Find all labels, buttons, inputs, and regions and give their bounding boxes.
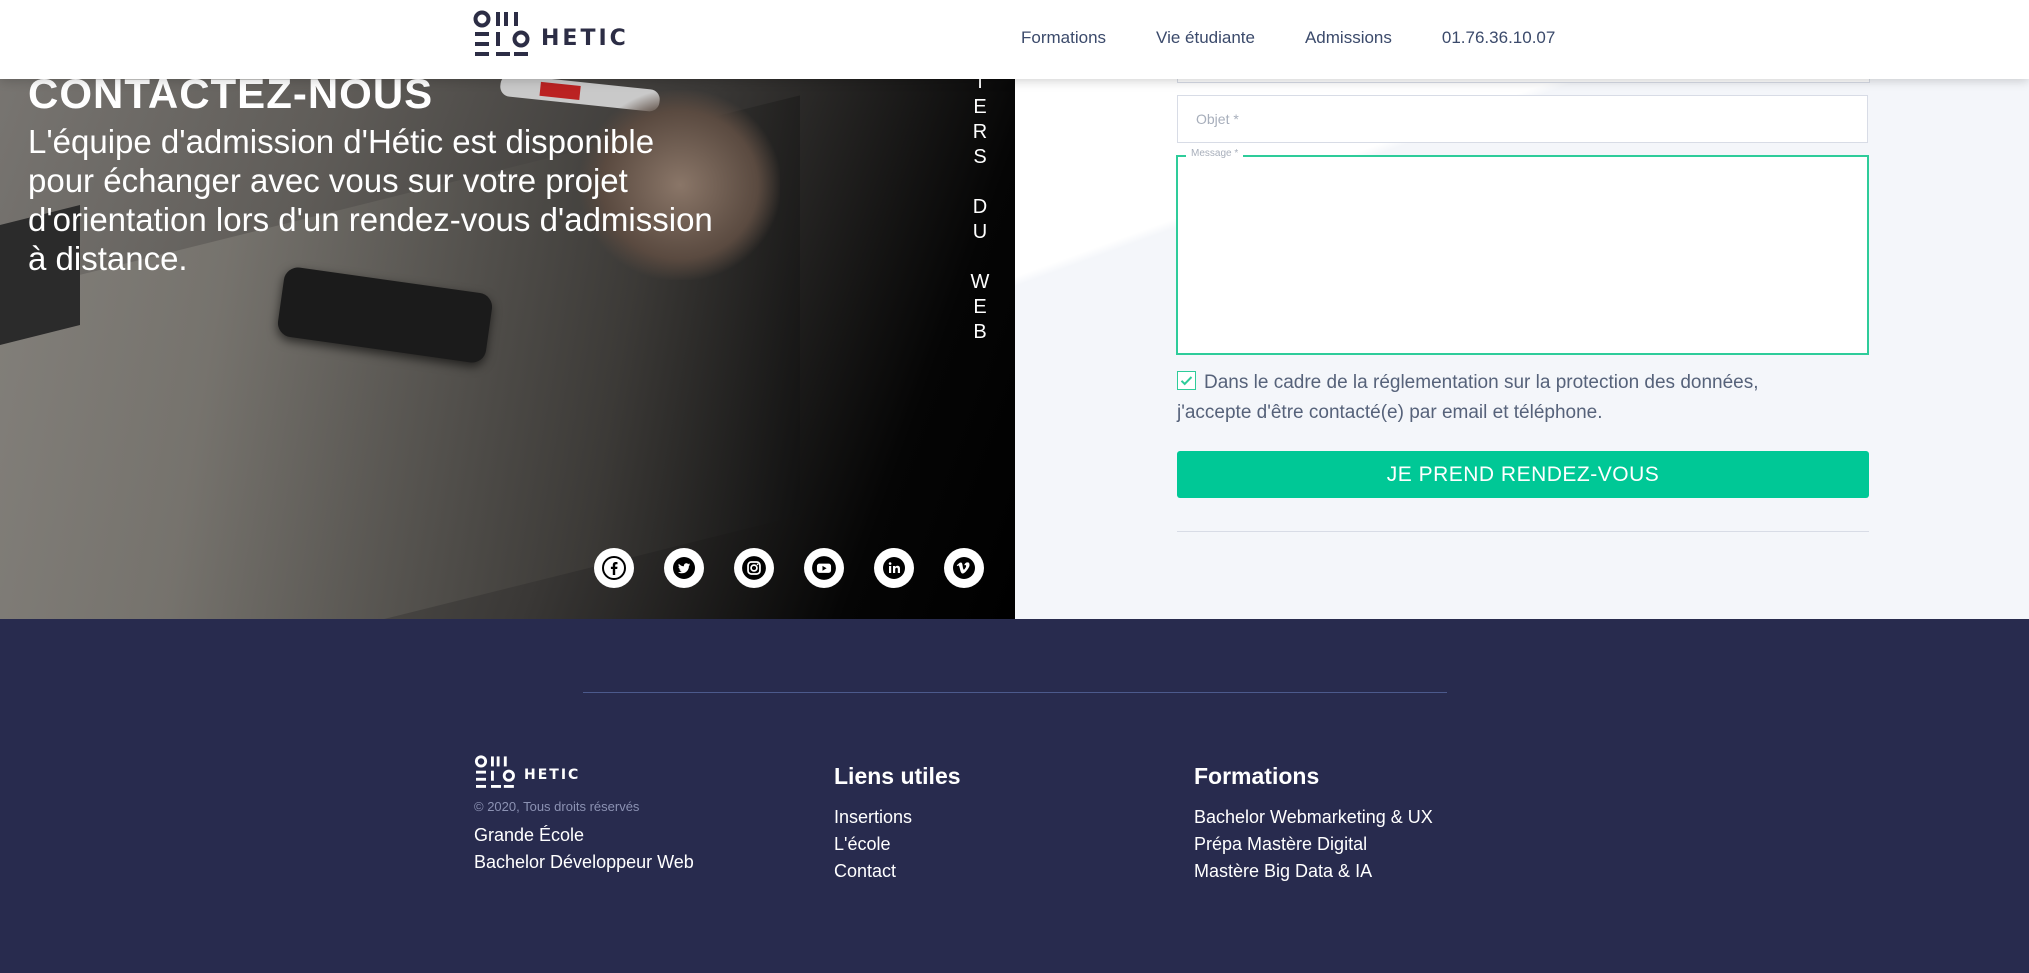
instagram-icon[interactable] — [734, 548, 774, 588]
logo-text: HETIC — [541, 25, 629, 51]
objet-input[interactable] — [1177, 95, 1868, 143]
message-textarea[interactable] — [1178, 157, 1867, 353]
footer-logo[interactable]: HETIC — [474, 755, 694, 795]
youtube-icon[interactable] — [804, 548, 844, 588]
message-label: Message * — [1186, 148, 1244, 159]
footer-col-liens: Liens utiles Insertions L'école Contact — [834, 763, 961, 885]
footer-divider — [583, 692, 1447, 693]
hero-image: CONTACTEZ-NOUS L'équipe d'admission d'Hé… — [0, 0, 1015, 619]
footer-link-insertions[interactable]: Insertions — [834, 804, 961, 831]
footer-link-prepa-mastere[interactable]: Prépa Mastère Digital — [1194, 831, 1433, 858]
footer-col-title: Formations — [1194, 763, 1320, 789]
vertical-letter: D — [972, 196, 988, 218]
top-navbar: HETIC Formations Vie étudiante Admission… — [0, 0, 2029, 79]
footer-link-ecole[interactable]: L'école — [834, 831, 961, 858]
form-divider — [1177, 531, 1869, 532]
vertical-letter — [968, 245, 992, 270]
main-nav: Formations Vie étudiante Admissions 01.7… — [1021, 28, 1605, 48]
check-icon — [1180, 376, 1193, 386]
hetic-logo-mark — [473, 10, 530, 56]
vertical-letter: W — [970, 271, 990, 293]
copyright: © 2020, Tous droits réservés — [474, 799, 640, 814]
vertical-tagline: I E R S D U W E B — [968, 70, 992, 345]
facebook-icon[interactable] — [594, 548, 634, 588]
footer: HETIC © 2020, Tous droits réservés Grand… — [0, 619, 2029, 973]
nav-phone[interactable]: 01.76.36.10.07 — [1442, 28, 1555, 48]
footer-link-bachelor-webmarketing[interactable]: Bachelor Webmarketing & UX — [1194, 804, 1433, 831]
footer-link-mastere-big-data[interactable]: Mastère Big Data & IA — [1194, 858, 1433, 885]
footer-logo-text: HETIC — [524, 767, 581, 783]
consent-checkbox[interactable] — [1177, 371, 1196, 390]
vertical-letter — [968, 170, 992, 195]
hetic-logo[interactable]: HETIC — [473, 10, 629, 66]
vertical-letter: R — [972, 121, 988, 143]
message-field[interactable] — [1176, 155, 1869, 355]
footer-link-grande-ecole[interactable]: Grande École — [474, 822, 694, 849]
linkedin-icon[interactable] — [874, 548, 914, 588]
footer-col-title: Liens utiles — [834, 763, 961, 789]
vertical-letter: E — [973, 296, 987, 318]
footer-link-contact[interactable]: Contact — [834, 858, 961, 885]
hetic-logo-mark — [474, 755, 515, 788]
nav-vie-etudiante[interactable]: Vie étudiante — [1156, 28, 1255, 48]
consent-text: Dans le cadre de la réglementation sur l… — [1177, 372, 1759, 423]
footer-col-brand: HETIC © 2020, Tous droits réservés Grand… — [474, 755, 694, 876]
hero-description: L'équipe d'admission d'Hétic est disponi… — [28, 123, 713, 277]
submit-button[interactable]: JE PREND RENDEZ-VOUS — [1177, 451, 1869, 498]
footer-col-formations: Formations Bachelor Webmarketing & UX Pr… — [1194, 763, 1433, 885]
vertical-letter: S — [973, 146, 987, 168]
nav-formations[interactable]: Formations — [1021, 28, 1106, 48]
nav-admissions[interactable]: Admissions — [1305, 28, 1392, 48]
social-links — [594, 548, 1014, 588]
vertical-letter: B — [973, 321, 987, 343]
twitter-icon[interactable] — [664, 548, 704, 588]
footer-link-bachelor-dev[interactable]: Bachelor Développeur Web — [474, 849, 694, 876]
vimeo-icon[interactable] — [944, 548, 984, 588]
vertical-letter: U — [972, 221, 988, 243]
vertical-letter: E — [973, 96, 987, 118]
consent-checkbox-row: Dans le cadre de la réglementation sur l… — [1177, 368, 1837, 428]
